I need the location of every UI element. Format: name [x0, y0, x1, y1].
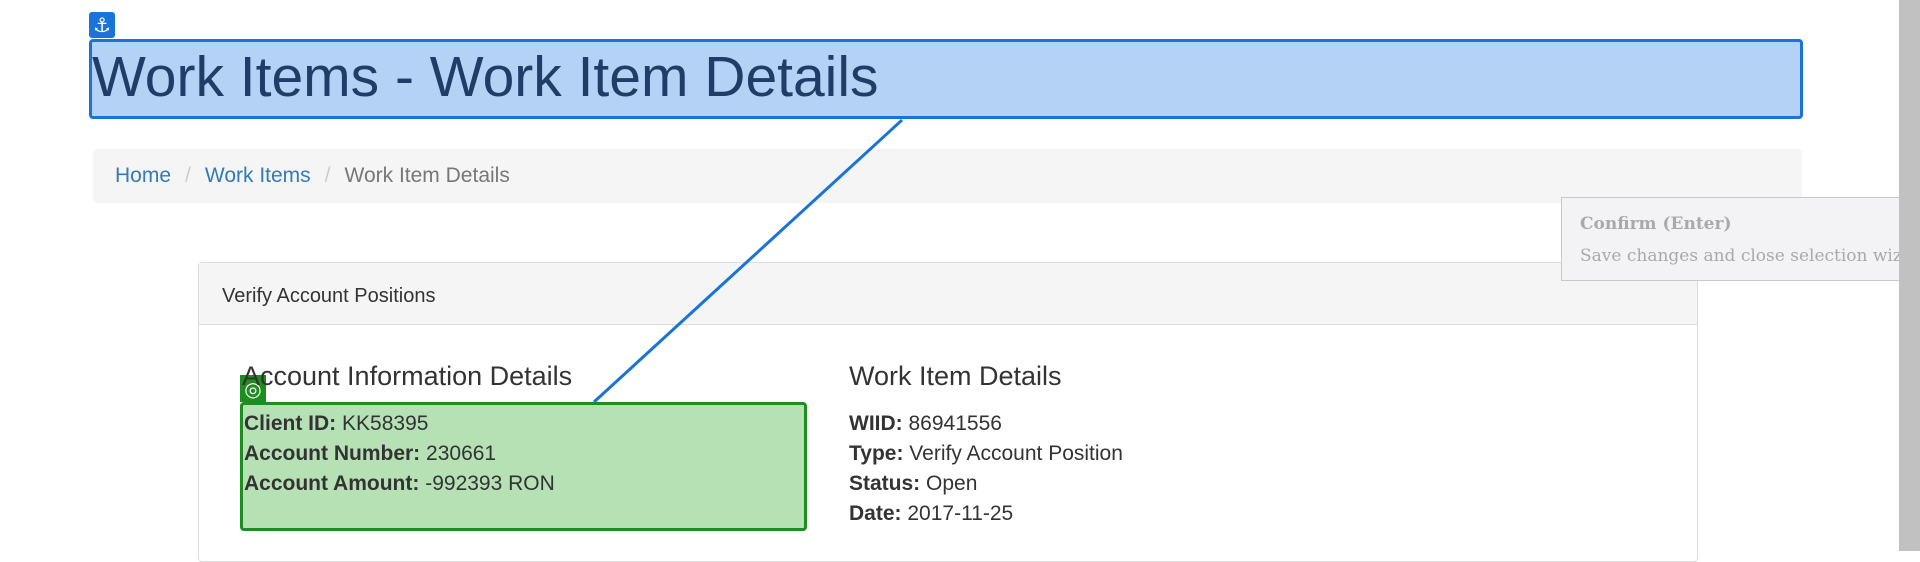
account-info-list: Client ID: KK58395 Account Number: 23066…: [244, 409, 555, 499]
breadcrumb-separator: /: [324, 164, 331, 187]
tooltip-title: Confirm (Enter): [1580, 214, 1732, 234]
client-id-value: KK58395: [342, 412, 429, 435]
vertical-scrollbar[interactable]: [1899, 0, 1920, 551]
tooltip-description: Save changes and close selection wizard.: [1580, 246, 1920, 266]
breadcrumb-home-link[interactable]: Home: [115, 164, 171, 188]
breadcrumb-work-items-link[interactable]: Work Items: [205, 164, 311, 188]
account-info-title: Account Information Details: [242, 361, 573, 391]
work-item-details-list: WIID: 86941556 Type: Verify Account Posi…: [849, 409, 1123, 529]
account-number-label: Account Number:: [244, 442, 421, 465]
date-label: Date:: [849, 502, 902, 525]
breadcrumb: Home / Work Items / Work Item Details: [93, 149, 1802, 203]
work-item-details-title: Work Item Details: [849, 361, 1062, 391]
wiid-row: WIID: 86941556: [849, 409, 1123, 439]
type-value: Verify Account Position: [909, 442, 1123, 465]
anchor-icon[interactable]: ⚓: [89, 12, 115, 38]
breadcrumb-separator: /: [185, 164, 191, 187]
account-number-row: Account Number: 230661: [244, 439, 555, 469]
client-id-label: Client ID:: [244, 412, 337, 435]
status-label: Status:: [849, 472, 921, 495]
account-amount-label: Account Amount:: [244, 472, 420, 495]
wiid-label: WIID:: [849, 412, 903, 435]
account-number-value: 230661: [426, 442, 497, 465]
wiid-value: 86941556: [908, 412, 1002, 435]
account-amount-row: Account Amount: -992393 RON: [244, 469, 555, 499]
date-row: Date: 2017-11-25: [849, 499, 1123, 529]
date-value: 2017-11-25: [907, 502, 1014, 525]
status-value: Open: [926, 472, 978, 495]
type-row: Type: Verify Account Position: [849, 439, 1123, 469]
status-row: Status: Open: [849, 469, 1123, 499]
breadcrumb-current: Work Item Details: [344, 164, 510, 187]
page-title: Work Items - Work Item Details: [92, 45, 879, 109]
confirm-tooltip: Confirm (Enter) Save changes and close s…: [1561, 197, 1920, 281]
client-id-row: Client ID: KK58395: [244, 409, 555, 439]
account-amount-value: -992393 RON: [425, 472, 555, 495]
panel-heading: Verify Account Positions: [199, 263, 1697, 325]
type-label: Type:: [849, 442, 904, 465]
